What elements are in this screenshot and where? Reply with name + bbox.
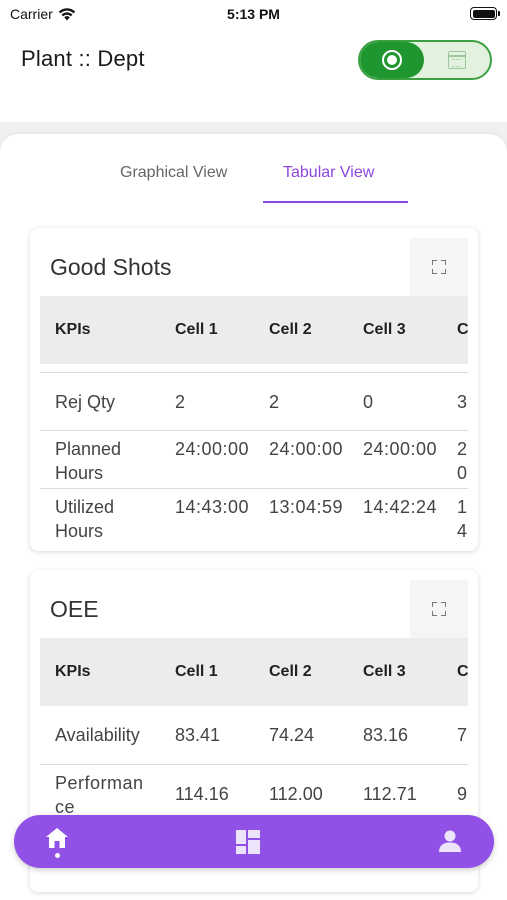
expand-button[interactable] (410, 580, 468, 638)
table-cell: 20 (457, 439, 468, 483)
table-cell: 14:43:00 (175, 497, 250, 517)
column-header: Cell 1 (175, 321, 218, 338)
bottom-nav (14, 815, 494, 868)
selected-indicator (55, 853, 60, 858)
kpi-table: KPIs Cell 1 Cell 2 Cell 3 C Availability… (40, 638, 468, 834)
column-header: C (457, 663, 468, 680)
table-cell: 114.16 (175, 784, 229, 804)
table-cell: 24:00:00 (269, 439, 344, 459)
table-row: Rej Qty 2 2 0 3 (40, 372, 468, 430)
nav-profile-button[interactable] (439, 830, 461, 852)
table-cell: 112.71 (363, 784, 417, 804)
kpi-label: Availability (55, 725, 140, 745)
table-row: Availability 83.41 74.24 83.16 7 (40, 706, 468, 764)
column-header: Cell 2 (269, 663, 312, 680)
nav-dashboard-button[interactable] (236, 830, 260, 854)
dashboard-icon (236, 830, 260, 854)
toggle-option-current[interactable] (360, 42, 424, 78)
tab-tabular-view[interactable]: Tabular View (283, 164, 374, 182)
table-header: KPIs Cell 1 Cell 2 Cell 3 C (40, 638, 468, 706)
column-header: C (457, 321, 468, 338)
battery-icon (470, 7, 500, 20)
status-time: 5:13 PM (227, 6, 280, 22)
table-cell: 3 (457, 392, 468, 412)
table-header: KPIs Cell 1 Cell 2 Cell 3 C (40, 296, 468, 364)
radio-icon (382, 50, 402, 70)
table-cell: 24:00:00 (363, 439, 438, 459)
table-cell: 2 (269, 392, 280, 412)
column-header: Cell 2 (269, 321, 312, 338)
table-cell: 13:04:59 (269, 497, 344, 517)
kpi-label: Planned Hours (55, 439, 122, 483)
view-toggle-switch[interactable] (358, 40, 492, 80)
table-row: Planned Hours 24:00:00 24:00:00 24:00:00… (40, 430, 468, 488)
kpi-table: KPIs Cell 1 Cell 2 Cell 3 C Rej Qty 2 2 … (40, 296, 468, 546)
tab-graphical-view[interactable]: Graphical View (120, 164, 227, 182)
table-cell: 14:42:24 (363, 497, 438, 517)
column-header: KPIs (55, 321, 91, 338)
card-title: Good Shots (50, 254, 172, 280)
table-cell: 83.16 (363, 725, 409, 745)
table-cell: 7 (457, 725, 468, 745)
status-bar: Carrier 5:13 PM (0, 0, 507, 30)
table-row: Utilized Hours 14:43:00 13:04:59 14:42:2… (40, 488, 468, 546)
column-header: Cell 3 (363, 663, 406, 680)
column-header: Cell 3 (363, 321, 406, 338)
fullscreen-icon (432, 260, 446, 274)
page-title: Plant :: Dept (21, 46, 145, 71)
table-cell: 14 (457, 497, 468, 541)
table-cell: 83.41 (175, 725, 221, 745)
view-tabs: Graphical View Tabular View (0, 138, 507, 204)
table-cell: 9 (457, 784, 468, 804)
table-cell: 2 (175, 392, 186, 412)
calendar-icon (448, 51, 466, 69)
table-cell: 0 (363, 392, 374, 412)
table-cell: 24:00:00 (175, 439, 250, 459)
home-icon (46, 828, 68, 848)
kpi-label: Utilized Hours (55, 497, 115, 541)
table-cell: 112.00 (269, 784, 323, 804)
column-header: KPIs (55, 663, 91, 680)
fullscreen-icon (432, 602, 446, 616)
kpi-label: Rej Qty (55, 392, 116, 412)
column-header: Cell 1 (175, 663, 218, 680)
good-shots-card: Good Shots KPIs Cell 1 Cell 2 Cell 3 C R… (30, 228, 478, 551)
card-title: OEE (50, 596, 99, 622)
nav-home-button[interactable] (44, 828, 70, 858)
profile-icon (439, 830, 461, 852)
table-cell: 74.24 (269, 725, 315, 745)
kpi-label: Performance (55, 773, 144, 817)
expand-button[interactable] (410, 238, 468, 296)
toggle-option-calendar[interactable] (424, 42, 490, 78)
tab-selected-indicator (263, 201, 408, 203)
